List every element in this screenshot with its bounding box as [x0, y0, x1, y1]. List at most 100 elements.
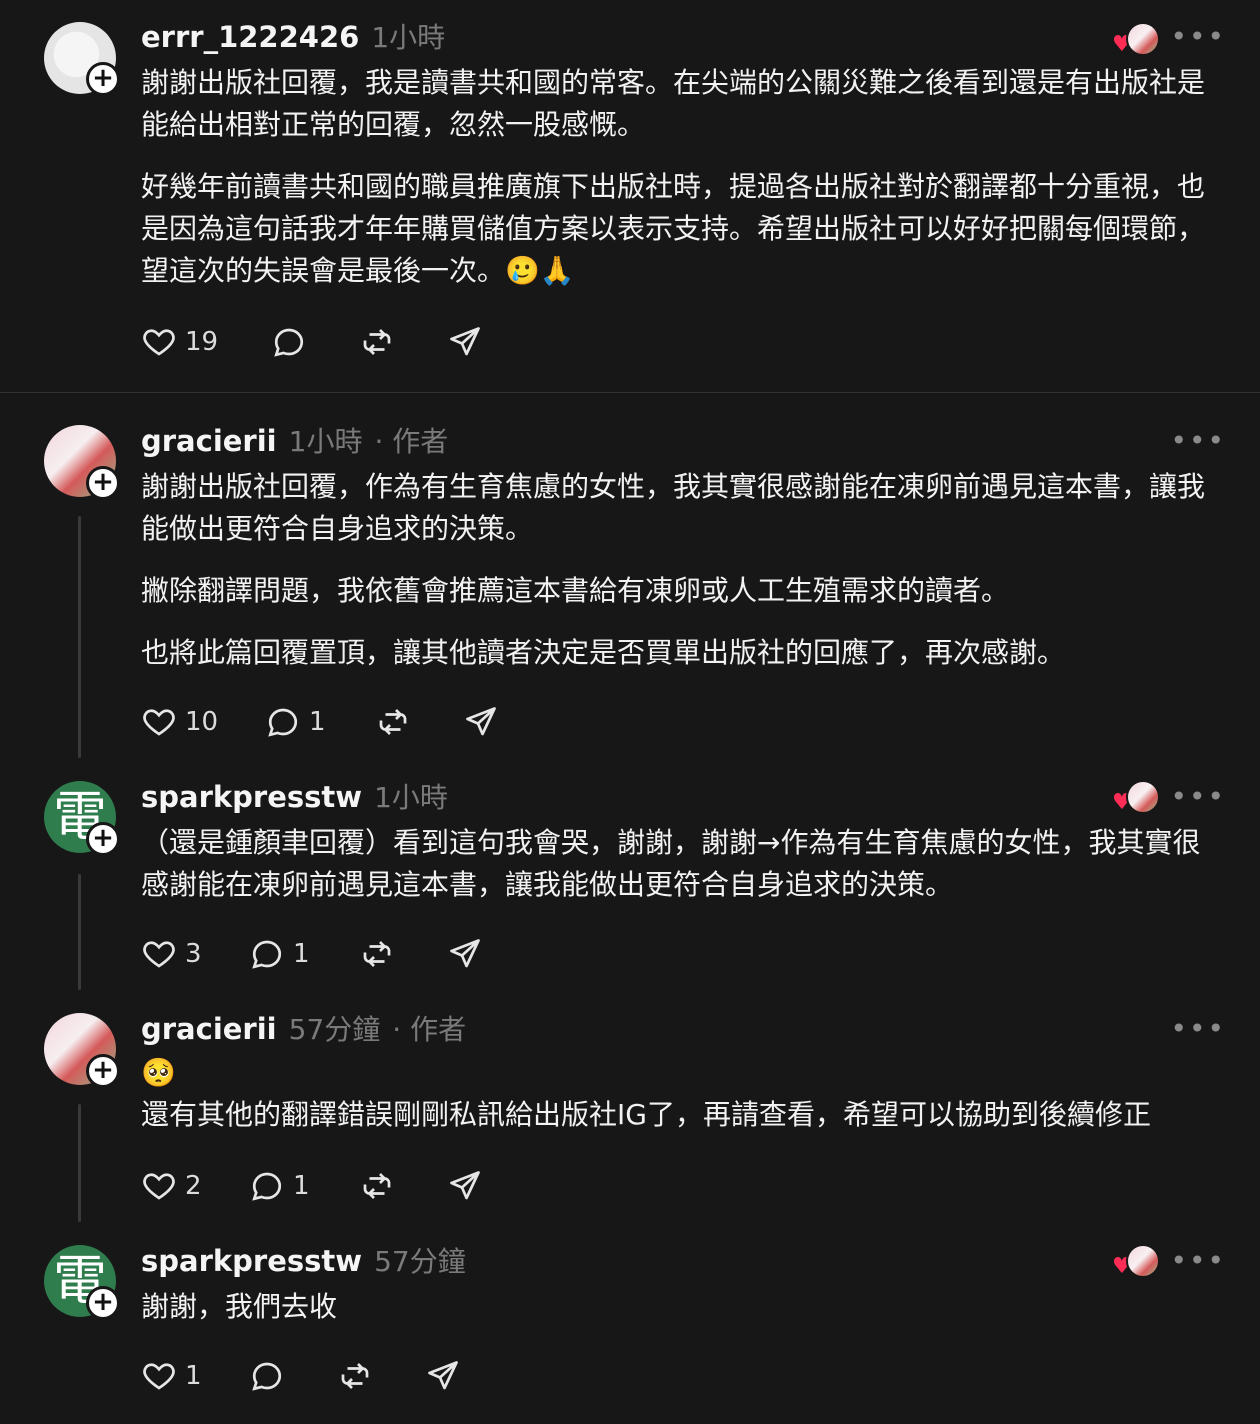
- avatar: [1126, 1244, 1160, 1278]
- comment-icon: [252, 940, 282, 969]
- comment-icon: [252, 1362, 282, 1391]
- comment-icon: [268, 708, 298, 737]
- username[interactable]: gracierii: [141, 1012, 277, 1046]
- heart-icon: [143, 1173, 175, 1200]
- paragraph: 還有其他的翻譯錯誤剛剛私訊給出版社IG了，再請查看，希望可以協助到後續修正: [141, 1098, 1151, 1131]
- heart-icon: [143, 329, 175, 356]
- share-button[interactable]: [447, 1168, 483, 1204]
- post-body: 謝謝出版社回覆，我是讀書共和國的常客。在尖端的公關災難之後看到還是有出版社是能給…: [141, 62, 1226, 312]
- like-button[interactable]: 19: [141, 324, 271, 360]
- like-count: 3: [185, 939, 202, 969]
- share-button[interactable]: [425, 1358, 461, 1394]
- paragraph: 撇除翻譯問題，我依舊會推薦這本書給有凍卵或人工生殖需求的讀者。: [141, 574, 1010, 607]
- follow-button[interactable]: +: [86, 62, 120, 96]
- reply-count: 1: [293, 1171, 310, 1201]
- like-count: 2: [185, 1171, 202, 1201]
- thread-line: [78, 516, 81, 758]
- paragraph: （還是鍾顏聿回覆）看到這句我會哭，謝謝，謝謝→作為有生育焦慮的女性，我其實很感謝…: [141, 826, 1201, 901]
- more-options-button[interactable]: •••: [1170, 780, 1226, 813]
- more-options-button[interactable]: •••: [1170, 20, 1226, 53]
- post-body: 謝謝出版社回覆，作為有生育焦慮的女性，我其實很感謝能在凍卵前遇見這本書，讓我能做…: [141, 466, 1226, 694]
- repost-button[interactable]: [359, 324, 447, 360]
- repost-button[interactable]: [359, 936, 447, 972]
- paragraph: 謝謝出版社回覆，作為有生育焦慮的女性，我其實很感謝能在凍卵前遇見這本書，讓我能做…: [141, 470, 1206, 545]
- timestamp: 1小時: [374, 781, 448, 814]
- like-button[interactable]: 2: [141, 1168, 249, 1204]
- post-header: errr_1222426 1小時: [141, 16, 445, 56]
- share-button[interactable]: [447, 936, 483, 972]
- repost-button[interactable]: [359, 1168, 447, 1204]
- timestamp: 1小時: [288, 425, 363, 458]
- send-icon: [450, 1171, 480, 1200]
- heart-icon: [143, 709, 175, 736]
- reply-count: 1: [309, 707, 326, 737]
- author-tag: · 作者: [374, 425, 449, 458]
- reply-button[interactable]: 1: [265, 704, 375, 740]
- liked-by-author-indicator: ♥: [1112, 22, 1160, 57]
- send-icon: [466, 707, 496, 736]
- action-bar: 2 1: [141, 1166, 483, 1206]
- username[interactable]: sparkpresstw: [141, 780, 362, 814]
- send-icon: [428, 1361, 458, 1390]
- like-count: 1: [185, 1361, 202, 1391]
- username[interactable]: sparkpresstw: [141, 1244, 362, 1278]
- liked-by-author-indicator: ♥: [1112, 1244, 1160, 1279]
- post-header: sparkpresstw 1小時: [141, 776, 448, 816]
- author-tag: · 作者: [392, 1013, 467, 1046]
- share-button[interactable]: [463, 704, 499, 740]
- repost-icon: [363, 1173, 391, 1199]
- like-count: 10: [185, 707, 219, 737]
- username[interactable]: gracierii: [141, 424, 277, 458]
- reply-button[interactable]: [249, 1358, 337, 1394]
- paragraph: 謝謝出版社回覆，我是讀書共和國的常客。在尖端的公關災難之後看到還是有出版社是能給…: [141, 66, 1206, 141]
- repost-icon: [363, 941, 391, 967]
- like-button[interactable]: 10: [141, 704, 265, 740]
- heart-icon: [143, 1363, 175, 1390]
- action-bar: 19: [141, 322, 483, 362]
- action-bar: 1: [141, 1356, 461, 1396]
- post-header: gracierii 1小時 · 作者: [141, 420, 448, 460]
- action-bar: 10 1: [141, 702, 499, 742]
- like-count: 19: [185, 327, 219, 357]
- reply-button[interactable]: 1: [249, 1168, 359, 1204]
- follow-button[interactable]: +: [86, 822, 120, 856]
- divider: [0, 392, 1260, 393]
- follow-button[interactable]: +: [86, 1054, 120, 1088]
- share-button[interactable]: [447, 324, 483, 360]
- comment-icon: [274, 328, 304, 357]
- timestamp: 57分鐘: [288, 1013, 381, 1046]
- repost-button[interactable]: [337, 1358, 425, 1394]
- paragraph: 謝謝，我們去收: [141, 1290, 338, 1323]
- heart-icon: [143, 941, 175, 968]
- timestamp: 1小時: [371, 21, 446, 54]
- repost-icon: [379, 709, 407, 735]
- reply-count: 1: [293, 939, 310, 969]
- reply-button[interactable]: [271, 324, 359, 360]
- post-header: gracierii 57分鐘 · 作者: [141, 1008, 466, 1048]
- repost-icon: [341, 1363, 369, 1389]
- paragraph: 也將此篇回覆置頂，讓其他讀者決定是否買單出版社的回應了，再次感謝。: [141, 636, 1066, 669]
- thread-line: [78, 1104, 81, 1222]
- avatar: [1126, 780, 1160, 814]
- more-options-button[interactable]: •••: [1170, 1244, 1226, 1277]
- repost-button[interactable]: [375, 704, 463, 740]
- post-body: 謝謝，我們去收: [141, 1286, 1226, 1348]
- paragraph: 好幾年前讀書共和國的職員推廣旗下出版社時，提過各出版社對於翻譯都十分重視，也是因…: [141, 170, 1206, 287]
- more-options-button[interactable]: •••: [1170, 1012, 1226, 1045]
- follow-button[interactable]: +: [86, 1286, 120, 1320]
- post-body: （還是鍾顏聿回覆）看到這句我會哭，謝謝，謝謝→作為有生育焦慮的女性，我其實很感謝…: [141, 822, 1226, 926]
- post-header: sparkpresstw 57分鐘: [141, 1240, 466, 1280]
- liked-by-author-indicator: ♥: [1112, 780, 1160, 815]
- post-body: 🥺 還有其他的翻譯錯誤剛剛私訊給出版社IG了，再請查看，希望可以協助到後續修正: [141, 1052, 1226, 1156]
- username[interactable]: errr_1222426: [141, 20, 359, 54]
- like-button[interactable]: 3: [141, 936, 249, 972]
- send-icon: [450, 327, 480, 356]
- like-button[interactable]: 1: [141, 1358, 249, 1394]
- repost-icon: [363, 329, 391, 355]
- more-options-button[interactable]: •••: [1170, 424, 1226, 457]
- follow-button[interactable]: +: [86, 466, 120, 500]
- timestamp: 57分鐘: [374, 1245, 466, 1278]
- paragraph: 🥺: [141, 1056, 176, 1089]
- thread-line: [78, 874, 81, 990]
- reply-button[interactable]: 1: [249, 936, 359, 972]
